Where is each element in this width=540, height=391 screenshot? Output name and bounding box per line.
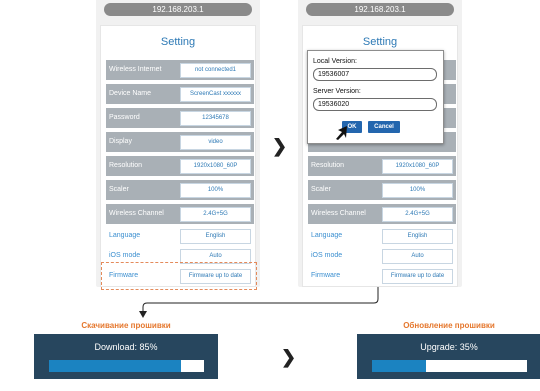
row-device-name: Device Name ScreenCast xxxxxx <box>106 84 254 104</box>
row-language: Language English <box>308 226 456 246</box>
wireless-channel-field[interactable]: 2.4G+5G <box>180 207 251 222</box>
display-field[interactable]: video <box>180 135 251 150</box>
upgrade-caption: Обновление прошивки <box>403 321 495 330</box>
row-firmware: Firmware Firmware up to date <box>308 266 456 286</box>
row-wireless-internet: Wireless Internet not connected1 <box>106 60 254 80</box>
row-display: Display video <box>106 132 254 152</box>
page-title: Setting <box>160 36 196 48</box>
row-label: iOS mode <box>311 252 343 259</box>
row-resolution: Resolution 1920x1080_60P <box>308 156 456 176</box>
row-label: Wireless Channel <box>311 210 366 217</box>
settings-page-left: 192.168.203.1 Setting Wireless Internet … <box>96 0 260 287</box>
row-wireless-channel: Wireless Channel 2.4G+5G <box>106 204 254 224</box>
wireless-channel-field[interactable]: 2.4G+5G <box>382 207 453 222</box>
settings-panel: Setting Wireless Internet not connected1… <box>100 25 256 287</box>
row-label: Language <box>109 232 141 239</box>
row-resolution: Resolution 1920x1080_60P <box>106 156 254 176</box>
download-progress-track <box>49 360 204 372</box>
firmware-button[interactable]: Firmware up to date <box>382 269 453 284</box>
url-bar[interactable]: 192.168.203.1 <box>104 3 252 16</box>
chevron-right-icon: ❯ <box>272 136 288 156</box>
row-label: Password <box>109 114 140 121</box>
row-language: Language English <box>106 226 254 246</box>
row-password: Password 12345678 <box>106 108 254 128</box>
row-ios-mode: iOS mode Auto <box>308 246 456 266</box>
version-dialog: Local Version: 19536007 Server Version: … <box>307 50 444 144</box>
row-label: Device Name <box>109 90 152 97</box>
page-title: Setting <box>362 36 398 48</box>
password-field[interactable]: 12345678 <box>180 111 251 126</box>
language-field[interactable]: English <box>180 229 251 244</box>
resolution-field[interactable]: 1920x1080_60P <box>180 159 251 174</box>
cursor-arrow-icon <box>336 126 347 140</box>
language-field[interactable]: English <box>382 229 453 244</box>
row-label: Wireless Internet <box>109 66 162 73</box>
local-version-label: Local Version: <box>313 58 357 65</box>
download-status: Download: 85% <box>94 342 158 352</box>
device-name-field[interactable]: ScreenCast xxxxxx <box>180 87 251 102</box>
chevron-right-icon: ❯ <box>281 347 297 367</box>
row-label: Scaler <box>311 186 331 193</box>
row-label: Resolution <box>311 162 345 169</box>
scaler-field[interactable]: 100% <box>180 183 251 198</box>
flow-connector-arrow-icon <box>139 287 379 318</box>
server-version-label: Server Version: <box>313 88 361 95</box>
row-label: Wireless Channel <box>109 210 164 217</box>
row-scaler: Scaler 100% <box>106 180 254 200</box>
cancel-button[interactable]: Cancel <box>368 121 400 133</box>
resolution-field[interactable]: 1920x1080_60P <box>382 159 453 174</box>
row-label: Language <box>311 232 343 239</box>
upgrade-progress-fill <box>372 360 427 372</box>
url-bar[interactable]: 192.168.203.1 <box>306 3 454 16</box>
wireless-internet-field[interactable]: not connected1 <box>180 63 251 78</box>
download-panel: Download: 85% <box>34 334 218 379</box>
row-label: Resolution <box>109 162 143 169</box>
row-label: Display <box>109 138 132 145</box>
upgrade-panel: Upgrade: 35% <box>357 334 540 379</box>
scaler-field[interactable]: 100% <box>382 183 453 198</box>
local-version-field[interactable]: 19536007 <box>313 68 437 81</box>
row-label: Firmware <box>311 272 341 279</box>
upgrade-progress-track <box>372 360 527 372</box>
ios-mode-field[interactable]: Auto <box>382 249 453 264</box>
server-version-field[interactable]: 19536020 <box>313 98 437 111</box>
row-label: Scaler <box>109 186 129 193</box>
upgrade-status: Upgrade: 35% <box>420 342 478 352</box>
row-scaler: Scaler 100% <box>308 180 456 200</box>
download-caption: Скачивание прошивки <box>81 321 171 330</box>
download-progress-fill <box>49 360 181 372</box>
row-wireless-channel: Wireless Channel 2.4G+5G <box>308 204 456 224</box>
firmware-highlight <box>101 262 257 290</box>
